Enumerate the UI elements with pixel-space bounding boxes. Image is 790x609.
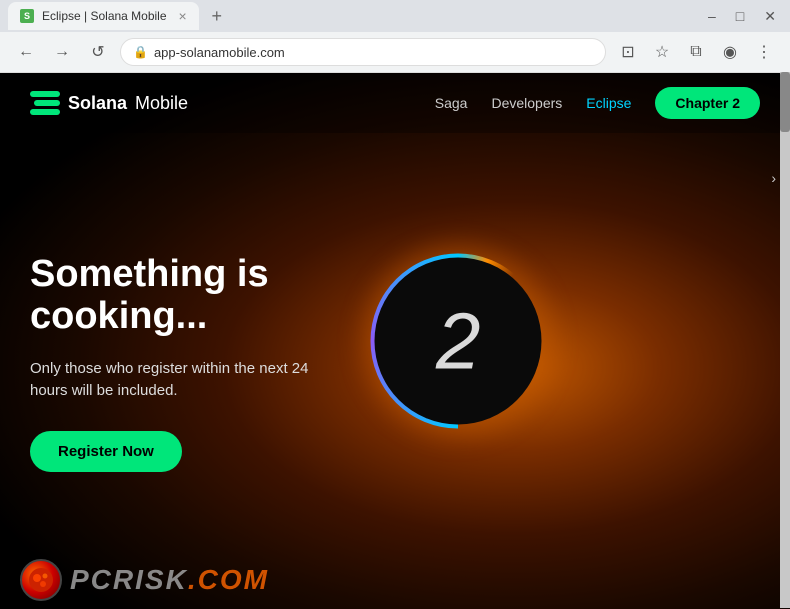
nav-link-saga[interactable]: Saga — [435, 95, 468, 111]
close-window-button[interactable]: ✕ — [758, 6, 782, 27]
extensions-icon[interactable]: ⧉ — [682, 38, 710, 66]
minimize-button[interactable]: – — [702, 6, 722, 26]
maximize-button[interactable]: □ — [730, 6, 750, 26]
window-controls: – □ ✕ — [702, 6, 782, 27]
logo-solana: Solana — [68, 93, 127, 114]
headline: Something is cooking... — [30, 254, 340, 338]
bookmark-icon[interactable]: ☆ — [648, 38, 676, 66]
tab-title: Eclipse | Solana Mobile — [42, 9, 167, 23]
eclipse-visual: 2 — [368, 251, 548, 431]
nav-links: Saga Developers Eclipse Chapter 2 — [435, 87, 760, 119]
title-bar: S Eclipse | Solana Mobile × + – □ ✕ — [0, 0, 790, 32]
browser-tab[interactable]: S Eclipse | Solana Mobile × — [8, 2, 199, 30]
register-now-button[interactable]: Register Now — [30, 431, 182, 472]
tab-favicon: S — [20, 9, 34, 23]
watermark-text: PCrisk.com — [70, 564, 269, 596]
logo-mobile: Mobile — [135, 93, 188, 114]
cursor: › — [771, 170, 776, 186]
url-text: app-solanamobile.com — [154, 45, 285, 60]
reload-button[interactable]: ↺ — [84, 38, 112, 66]
address-bar: ← → ↺ 🔒 app-solanamobile.com ⊡ ☆ ⧉ ◉ ⋮ — [0, 32, 790, 72]
forward-button[interactable]: → — [48, 38, 76, 66]
website-content: Solana Mobile Saga Developers Eclipse Ch… — [0, 73, 790, 609]
subtext: Only those who register within the next … — [30, 358, 340, 403]
site-navigation: Solana Mobile Saga Developers Eclipse Ch… — [0, 73, 790, 133]
solana-logo-icon — [30, 88, 60, 118]
scrollbar-thumb[interactable] — [780, 72, 790, 132]
back-button[interactable]: ← — [12, 38, 40, 66]
watermark: PCrisk.com — [20, 559, 269, 601]
toolbar-icons: ⊡ ☆ ⧉ ◉ ⋮ — [614, 38, 778, 66]
profile-icon[interactable]: ◉ — [716, 38, 744, 66]
new-tab-button[interactable]: + — [203, 2, 231, 30]
nav-link-developers[interactable]: Developers — [491, 95, 562, 111]
eclipse-ring: 2 — [371, 254, 546, 429]
eclipse-dark-circle: 2 — [375, 258, 542, 425]
url-bar[interactable]: 🔒 app-solanamobile.com — [120, 38, 606, 66]
scrollbar[interactable] — [780, 72, 790, 608]
cast-icon[interactable]: ⊡ — [614, 38, 642, 66]
menu-icon[interactable]: ⋮ — [750, 38, 778, 66]
tab-close-button[interactable]: × — [179, 8, 187, 24]
chapter2-button[interactable]: Chapter 2 — [655, 87, 760, 119]
site-logo: Solana Mobile — [30, 88, 188, 118]
eclipse-number: 2 — [436, 301, 481, 381]
site-main-content: Something is cooking... Only those who r… — [30, 254, 340, 472]
watermark-ball — [20, 559, 62, 601]
browser-chrome: S Eclipse | Solana Mobile × + – □ ✕ ← → … — [0, 0, 790, 73]
lock-icon: 🔒 — [133, 45, 148, 59]
nav-link-eclipse[interactable]: Eclipse — [586, 95, 631, 111]
